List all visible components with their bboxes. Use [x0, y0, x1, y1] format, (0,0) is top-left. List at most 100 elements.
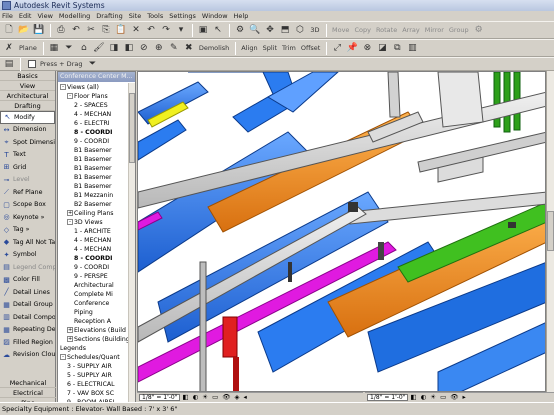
- detail-level-right-icon[interactable]: ◧: [410, 393, 416, 401]
- resize-icon[interactable]: ⤢: [330, 41, 344, 55]
- tree-node[interactable]: B1 Basemer: [58, 173, 129, 182]
- view-scroll-thumb[interactable]: [547, 211, 554, 251]
- design-bar-item-revision-cloud[interactable]: ☁ Revision Cloud: [0, 349, 55, 362]
- design-bar-item-ref-plane[interactable]: ⟋ Ref Plane: [0, 186, 55, 199]
- browser-scroll-thumb[interactable]: [129, 93, 135, 163]
- menu-site[interactable]: Site: [129, 12, 141, 20]
- tree-node[interactable]: B1 Basemer: [58, 155, 129, 164]
- tree-node[interactable]: 6 - ELECTRICAL: [58, 380, 129, 389]
- tree-node[interactable]: Conference: [58, 299, 129, 308]
- tab-basics[interactable]: Basics: [0, 71, 55, 81]
- hide-icon[interactable]: ◪: [375, 41, 389, 55]
- plane-button[interactable]: Plane: [17, 41, 39, 55]
- tree-node[interactable]: 6 - ELECTRI: [58, 119, 129, 128]
- tab-drafting[interactable]: Drafting: [0, 101, 55, 111]
- design-bar-item-legend-compo[interactable]: ▤Legend Compo: [0, 261, 55, 274]
- group-button[interactable]: Group: [447, 23, 471, 37]
- shadows-right-icon[interactable]: ☀: [430, 393, 436, 401]
- shading-right-icon[interactable]: ◐: [421, 393, 427, 401]
- rotate-button[interactable]: Rotate: [374, 23, 399, 37]
- design-bar-item-keynote[interactable]: ◎ Keynote »: [0, 211, 55, 224]
- tree-node[interactable]: 5 - SUPPLY AIR: [58, 371, 129, 380]
- tab-view[interactable]: View: [0, 81, 55, 91]
- redo-arrow-icon[interactable]: ↷: [159, 23, 173, 37]
- pan-icon[interactable]: ✥: [263, 23, 277, 37]
- properties-icon[interactable]: ▤: [2, 57, 16, 71]
- design-bar-item-repeating-deta[interactable]: ▦Repeating Deta: [0, 324, 55, 337]
- align-button[interactable]: Align: [239, 41, 259, 55]
- model-graphics-icon[interactable]: ◐: [193, 393, 199, 401]
- tag-icon[interactable]: ⌂: [77, 41, 91, 55]
- browser-scrollbar[interactable]: [128, 83, 135, 407]
- split-face-icon[interactable]: ◧: [122, 41, 136, 55]
- offset-button[interactable]: Offset: [299, 41, 323, 55]
- design-bar-item-grid[interactable]: ⊞ Grid: [0, 161, 55, 174]
- design-bar-item-level[interactable]: ⊸ Level: [0, 174, 55, 187]
- filter-icon[interactable]: ⏷: [62, 41, 76, 55]
- design-bar-item-detail-compone[interactable]: ▥Detail Compone: [0, 311, 55, 324]
- menu-file[interactable]: File: [2, 12, 13, 20]
- tree-node[interactable]: 9 - COORDI: [58, 263, 129, 272]
- view-scale-left[interactable]: 1/8" = 1'-0": [139, 393, 181, 401]
- tree-node[interactable]: 9 - PERSPE: [58, 272, 129, 281]
- tree-node[interactable]: Complete Mi: [58, 290, 129, 299]
- tree-node[interactable]: B1 Mezzanin: [58, 191, 129, 200]
- design-bar-item-detail-group[interactable]: ▦ Detail Group: [0, 299, 55, 312]
- 3d-view-icon[interactable]: ⬡: [293, 23, 307, 37]
- detail-level-icon[interactable]: ◧: [182, 393, 188, 401]
- tree-node[interactable]: - Schedules/Quant: [58, 353, 129, 362]
- section-box-icon[interactable]: ⬒: [278, 23, 292, 37]
- new-file-icon[interactable]: 🗋: [2, 23, 16, 37]
- crop-right-icon[interactable]: ▭: [440, 393, 446, 401]
- match-icon[interactable]: 🖌: [92, 41, 106, 55]
- tree-node[interactable]: Piping: [58, 308, 129, 317]
- tree-node[interactable]: + Sections (Building: [58, 335, 129, 344]
- nav-right-icon[interactable]: ▸: [463, 393, 466, 401]
- tree-node[interactable]: 8 - COORDI: [58, 254, 129, 263]
- reveal-icon[interactable]: ◈: [235, 393, 240, 401]
- press-drag-checkbox[interactable]: [28, 60, 36, 68]
- split-button[interactable]: Split: [261, 41, 279, 55]
- hide-right-icon[interactable]: 👁: [450, 393, 458, 401]
- design-bar-item-dimension[interactable]: ↔ Dimension: [0, 124, 55, 137]
- save-icon[interactable]: 💾: [32, 23, 46, 37]
- design-bar-item-spot-dimension[interactable]: ⌖ Spot Dimension: [0, 136, 55, 149]
- tree-node[interactable]: Reception A: [58, 317, 129, 326]
- join-icon[interactable]: ⊕: [152, 41, 166, 55]
- undo-icon[interactable]: ↶: [69, 23, 83, 37]
- menu-modelling[interactable]: Modelling: [59, 12, 90, 20]
- tree-node[interactable]: 4 - MECHAN: [58, 110, 129, 119]
- expand-icon[interactable]: +: [67, 336, 73, 342]
- collapse-icon[interactable]: -: [60, 354, 66, 360]
- menu-tools[interactable]: Tools: [147, 12, 163, 20]
- design-bar-item-color-fill[interactable]: ▩ Color Fill: [0, 274, 55, 287]
- tree-node[interactable]: 7 - VAV BOX SC: [58, 389, 129, 398]
- collapse-icon[interactable]: -: [67, 93, 73, 99]
- window-tile-icon[interactable]: ▦: [47, 41, 61, 55]
- shadows-icon[interactable]: ☀: [202, 393, 208, 401]
- zoom-icon[interactable]: 🔍: [248, 23, 262, 37]
- demolish-button[interactable]: Demolish: [197, 41, 231, 55]
- tree-node[interactable]: B1 Basemer: [58, 146, 129, 155]
- 3d-view-button[interactable]: 3D: [308, 23, 322, 37]
- cut-icon[interactable]: ✂: [84, 23, 98, 37]
- paste-icon[interactable]: 📋: [114, 23, 128, 37]
- tab-mechanical[interactable]: Mechanical: [0, 378, 56, 388]
- design-bar-item-scope-box[interactable]: ▢ Scope Box: [0, 199, 55, 212]
- tree-node[interactable]: - Floor Plans: [58, 92, 129, 101]
- tree-node[interactable]: 4 - MECHAN: [58, 245, 129, 254]
- copy-icon[interactable]: ⎘: [99, 23, 113, 37]
- expand-icon[interactable]: +: [67, 210, 73, 216]
- pin-icon[interactable]: 📌: [345, 41, 359, 55]
- design-bar-item-modify[interactable]: ↖ Modify: [0, 111, 55, 124]
- design-bar-item-symbol[interactable]: ✦ Symbol: [0, 249, 55, 262]
- menu-settings[interactable]: Settings: [169, 12, 196, 20]
- collapse-icon[interactable]: -: [67, 219, 73, 225]
- design-bar-item-detail-lines[interactable]: ╱ Detail Lines: [0, 286, 55, 299]
- tree-node[interactable]: 9 - COORDI: [58, 137, 129, 146]
- tree-node[interactable]: Architectural: [58, 281, 129, 290]
- design-bar-item-filled-region[interactable]: ▨ Filled Region: [0, 336, 55, 349]
- tree-node[interactable]: -3D Views: [58, 218, 129, 227]
- tree-node[interactable]: 1 - ARCHITE: [58, 227, 129, 236]
- tree-node[interactable]: 8 - COORDI: [58, 128, 129, 137]
